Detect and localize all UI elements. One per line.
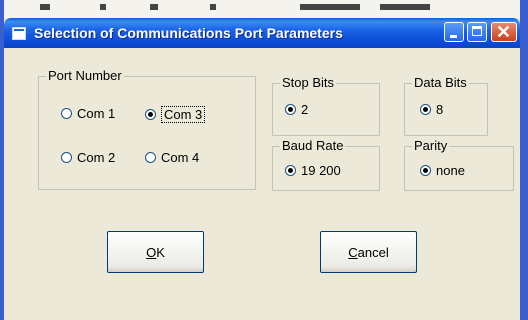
radio-label: 8 — [436, 102, 444, 117]
parity-label: Parity — [412, 138, 450, 154]
radio-button-icon — [420, 104, 431, 115]
minimize-button[interactable] — [444, 22, 464, 42]
radio-label: 19 200 — [301, 163, 341, 178]
radio-button-icon — [145, 109, 156, 120]
background-mark — [300, 4, 360, 10]
maximize-icon — [472, 26, 482, 36]
radio-com1[interactable]: Com 1 — [61, 106, 115, 121]
radio-label: Com 2 — [77, 150, 116, 165]
parity-group: Parity none — [404, 138, 514, 191]
background-mark — [380, 4, 430, 10]
close-button[interactable]: ✕ — [491, 22, 517, 42]
ok-mnemonic: O — [146, 244, 157, 260]
background-window-edge — [520, 0, 528, 320]
background-mark — [40, 4, 50, 10]
background-mark — [210, 4, 216, 10]
background-mark — [150, 4, 158, 10]
radio-button-icon — [420, 165, 431, 176]
radio-baud-rate[interactable]: 19 200 — [285, 163, 341, 178]
stop-bits-group: Stop Bits 2 — [272, 75, 380, 136]
port-number-group: Port Number Com 1 Com 3 Com 2 Com 4 — [38, 68, 256, 190]
window-icon[interactable] — [12, 27, 26, 40]
stop-bits-label: Stop Bits — [280, 75, 337, 91]
radio-label: Com 3 — [161, 106, 206, 123]
port-number-label: Port Number — [46, 68, 124, 84]
baud-rate-label: Baud Rate — [280, 138, 346, 154]
cancel-mnemonic: C — [348, 244, 358, 260]
radio-label: Com 1 — [77, 106, 116, 121]
radio-com2[interactable]: Com 2 — [61, 150, 115, 165]
background-mark — [100, 4, 106, 10]
window-title: Selection of Communications Port Paramet… — [34, 25, 343, 41]
radio-data-bits-8[interactable]: 8 — [420, 102, 443, 117]
baud-rate-group: Baud Rate 19 200 — [272, 138, 380, 191]
close-icon: ✕ — [496, 22, 512, 42]
cancel-label: ancel — [357, 244, 389, 260]
radio-stop-bits-2[interactable]: 2 — [285, 102, 308, 117]
radio-button-icon — [285, 165, 296, 176]
radio-parity-none[interactable]: none — [420, 163, 465, 178]
radio-com4[interactable]: Com 4 — [145, 150, 199, 165]
data-bits-label: Data Bits — [412, 75, 469, 91]
radio-button-icon — [145, 152, 156, 163]
dialog-window: Selection of Communications Port Paramet… — [4, 18, 520, 320]
radio-button-icon — [61, 108, 72, 119]
radio-label: none — [436, 163, 465, 178]
cancel-button[interactable]: Cancel — [320, 231, 417, 273]
maximize-button[interactable] — [467, 22, 487, 42]
radio-button-icon — [285, 104, 296, 115]
ok-label: K — [156, 244, 165, 260]
title-bar[interactable]: Selection of Communications Port Paramet… — [4, 18, 520, 48]
radio-com3[interactable]: Com 3 — [145, 106, 206, 123]
background-app-strip — [0, 0, 528, 19]
radio-label: Com 4 — [161, 150, 200, 165]
radio-label: 2 — [301, 102, 309, 117]
ok-button[interactable]: OK — [107, 231, 204, 273]
radio-button-icon — [61, 152, 72, 163]
minimize-icon — [450, 35, 457, 38]
data-bits-group: Data Bits 8 — [404, 75, 488, 136]
